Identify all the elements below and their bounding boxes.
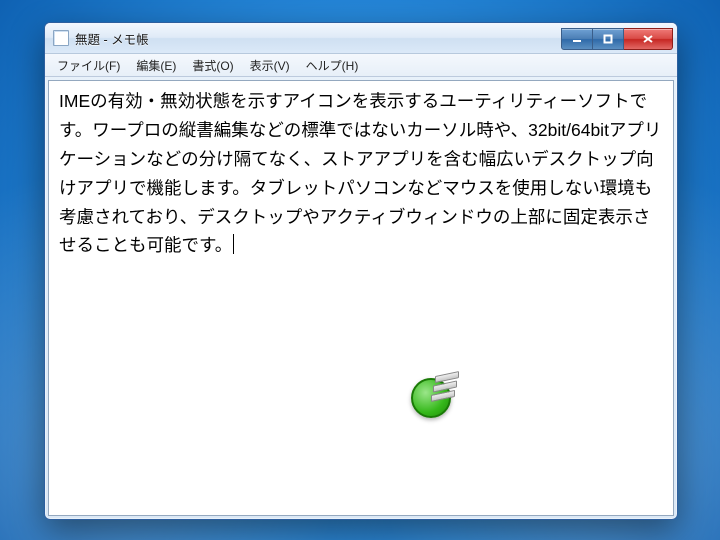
- editor-content: IMEの有効・無効状態を示すアイコンを表示するユーティリティーソフトです。ワープ…: [59, 91, 661, 255]
- text-caret: [233, 234, 234, 254]
- minimize-icon: [572, 34, 582, 44]
- window-title: 無題 - メモ帳: [75, 29, 561, 48]
- editor-client-area: IMEの有効・無効状態を示すアイコンを表示するユーティリティーソフトです。ワープ…: [48, 80, 674, 516]
- menu-file[interactable]: ファイル(F): [51, 55, 126, 76]
- menu-bar: ファイル(F) 編集(E) 書式(O) 表示(V) ヘルプ(H): [45, 54, 677, 77]
- menu-format[interactable]: 書式(O): [186, 55, 239, 76]
- menu-help[interactable]: ヘルプ(H): [300, 55, 365, 76]
- maximize-button[interactable]: [593, 28, 624, 50]
- notepad-window: 無題 - メモ帳 ファイル(F) 編集(E) 書式(O) 表示(V) ヘルプ(H…: [44, 22, 678, 520]
- window-titlebar[interactable]: 無題 - メモ帳: [45, 23, 677, 54]
- minimize-button[interactable]: [561, 28, 593, 50]
- window-control-buttons: [561, 28, 673, 48]
- notepad-icon: [53, 30, 69, 46]
- menu-edit[interactable]: 編集(E): [130, 55, 182, 76]
- close-button[interactable]: [624, 28, 673, 50]
- close-icon: [642, 34, 654, 44]
- text-editor[interactable]: IMEの有効・無効状態を示すアイコンを表示するユーティリティーソフトです。ワープ…: [49, 81, 673, 515]
- desktop-background: 無題 - メモ帳 ファイル(F) 編集(E) 書式(O) 表示(V) ヘルプ(H…: [0, 0, 720, 540]
- menu-view[interactable]: 表示(V): [244, 55, 296, 76]
- maximize-icon: [603, 34, 613, 44]
